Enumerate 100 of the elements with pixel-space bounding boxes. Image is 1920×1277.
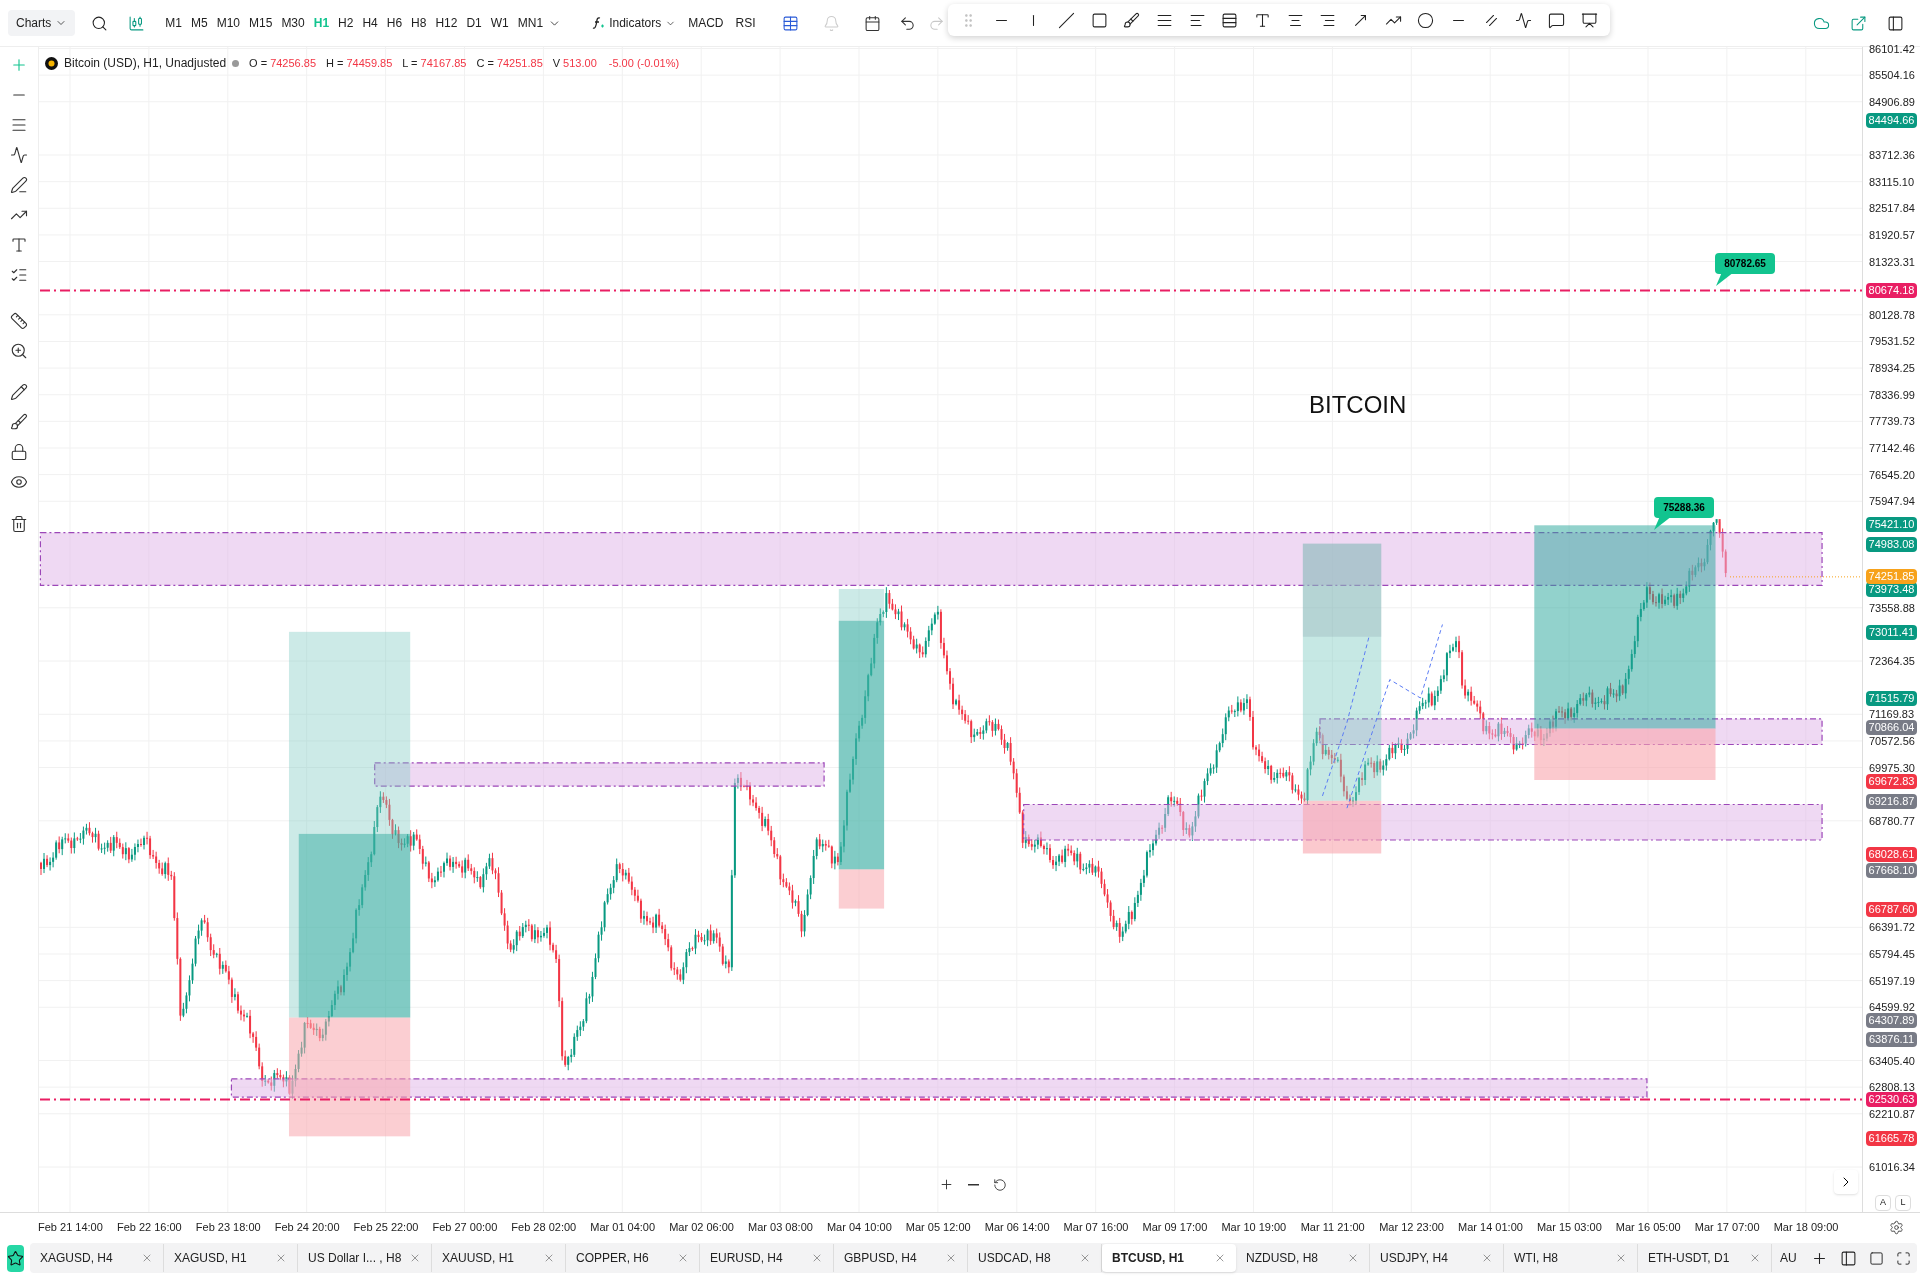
coin-icon <box>45 56 58 70</box>
time-tick: Feb 28 02:00 <box>510 1220 578 1236</box>
ruler-icon[interactable] <box>10 312 28 330</box>
price-badge: 69672.83 <box>1866 773 1917 789</box>
price-badge: 70866.04 <box>1866 720 1917 736</box>
pencil-icon[interactable] <box>10 383 28 401</box>
indicator-shortcut-button[interactable]: MACD <box>684 14 728 32</box>
chart-tab[interactable]: XAGUSD, H1 <box>164 1244 298 1272</box>
close-icon[interactable] <box>1615 1252 1627 1264</box>
external-link-icon[interactable] <box>1850 14 1867 32</box>
undo-button[interactable] <box>898 14 916 32</box>
close-icon[interactable] <box>409 1252 421 1264</box>
lock-icon[interactable] <box>10 443 28 461</box>
price-tick: 81323.31 <box>1869 254 1915 269</box>
price-tick: 81920.57 <box>1869 227 1915 242</box>
close-icon[interactable] <box>1481 1252 1493 1264</box>
text-icon[interactable] <box>1254 11 1272 29</box>
peaks-icon[interactable] <box>1515 11 1533 29</box>
pen-line-icon[interactable] <box>10 176 28 194</box>
timeframe-button[interactable]: W1 <box>486 10 513 36</box>
timeframe-button[interactable]: M30 <box>277 10 309 36</box>
layout-icon[interactable] <box>1839 1249 1857 1267</box>
time-tick: Mar 11 21:00 <box>1299 1220 1366 1236</box>
timeframe-button[interactable]: D1 <box>462 10 486 36</box>
timeframe-button[interactable]: H12 <box>431 10 462 36</box>
time-tick: Mar 10 19:00 <box>1220 1220 1288 1236</box>
fullscreen-icon[interactable] <box>1895 1250 1911 1266</box>
checklist-icon[interactable] <box>10 266 28 284</box>
settings-button[interactable] <box>1889 1220 1904 1235</box>
close-icon[interactable] <box>141 1252 153 1264</box>
close-icon[interactable] <box>811 1252 823 1264</box>
close-icon[interactable] <box>945 1252 957 1264</box>
levels-icon[interactable] <box>1221 11 1239 29</box>
chart-tab[interactable]: US Dollar I... , H8 <box>298 1244 432 1272</box>
timeframe-button[interactable]: M15 <box>245 10 277 36</box>
price-badge: 63876.11 <box>1866 1032 1917 1047</box>
scale-button[interactable]: A <box>1875 1195 1891 1211</box>
peaks-icon[interactable] <box>10 146 28 164</box>
price-tick: 62808.13 <box>1869 1080 1915 1095</box>
indicators-button[interactable]: Indicators <box>587 14 681 32</box>
price-tick: 71169.83 <box>1869 707 1915 722</box>
zoom-in-icon[interactable] <box>10 342 28 360</box>
timeframe-button[interactable]: M10 <box>212 10 245 36</box>
charts-menu-button[interactable]: Charts <box>8 10 76 36</box>
ohlc-value: 74167.85 <box>420 55 467 71</box>
scale-button[interactable]: L <box>1895 1195 1911 1211</box>
comment-icon[interactable] <box>1548 11 1566 29</box>
time-tick: Mar 18 09:00 <box>1772 1220 1840 1236</box>
window-icon[interactable] <box>1868 1250 1884 1266</box>
chart-tab[interactable]: BTCUSD, H1 <box>1102 1244 1236 1272</box>
close-icon[interactable] <box>275 1252 287 1264</box>
timeframe-button[interactable]: H4 <box>358 10 382 36</box>
change-value: -5.00 (-0.01%) <box>608 55 680 71</box>
timeframe-button[interactable]: M5 <box>187 10 212 36</box>
calendar-icon[interactable] <box>863 14 881 32</box>
chart-tab[interactable]: WTI, H8 <box>1504 1244 1638 1272</box>
price-badge: 80674.18 <box>1866 283 1917 298</box>
chart-tab[interactable]: ETH-USDT, D1 <box>1638 1244 1772 1272</box>
price-tick: 76545.20 <box>1869 467 1915 482</box>
close-icon[interactable] <box>1079 1252 1091 1264</box>
price-tick: 63405.40 <box>1869 1053 1915 1068</box>
close-icon[interactable] <box>543 1252 555 1264</box>
trash-icon[interactable] <box>10 515 28 533</box>
price-badge: 68028.61 <box>1866 846 1917 862</box>
trend-line-icon[interactable] <box>1058 11 1075 29</box>
chart-tab[interactable]: COPPER, H6 <box>566 1244 700 1272</box>
price-badge: 84494.66 <box>1866 112 1917 128</box>
chart-tab[interactable]: EURUSD, H4 <box>700 1244 834 1272</box>
chart-tab[interactable]: NZDUSD, H8 <box>1236 1244 1370 1272</box>
search-icon <box>91 14 109 32</box>
circle-icon[interactable] <box>1417 11 1435 29</box>
time-tick: Mar 09 17:00 <box>1141 1220 1209 1236</box>
price-tick: 65794.45 <box>1869 947 1915 961</box>
close-icon[interactable] <box>677 1252 689 1264</box>
close-icon[interactable] <box>1347 1252 1359 1264</box>
eye-icon[interactable] <box>10 473 28 491</box>
chart-tab[interactable]: AU <box>1772 1249 1805 1267</box>
timeframe-button[interactable]: M1 <box>161 10 186 36</box>
layout-icon[interactable] <box>781 14 799 32</box>
indicator-shortcut-button[interactable]: RSI <box>731 14 760 32</box>
chart-tab[interactable]: XAGUSD, H4 <box>30 1244 164 1272</box>
timeframe-button[interactable]: H2 <box>334 10 358 36</box>
reset-icon <box>993 1177 1007 1192</box>
panel-icon[interactable] <box>1887 14 1904 32</box>
chart-tab[interactable]: XAUUSD, H1 <box>432 1244 566 1272</box>
brush-icon[interactable] <box>1123 11 1141 29</box>
timeframe-button[interactable]: H6 <box>382 10 407 36</box>
brush-icon[interactable] <box>10 413 28 431</box>
price-tick: 75947.94 <box>1869 494 1915 509</box>
chart-tab[interactable]: GBPUSD, H4 <box>834 1244 968 1272</box>
timeframe-button[interactable]: H8 <box>407 10 431 36</box>
close-icon[interactable] <box>1214 1252 1226 1264</box>
price-tick: 84906.89 <box>1869 94 1915 109</box>
favorites-button[interactable] <box>7 1244 24 1272</box>
close-icon[interactable] <box>1749 1252 1761 1264</box>
time-tick: Mar 02 06:00 <box>668 1220 735 1236</box>
timeframe-button[interactable]: MN1 <box>513 10 548 36</box>
chart-tab[interactable]: USDJPY, H4 <box>1370 1244 1504 1272</box>
ohlc-value: 513.00 <box>563 55 597 71</box>
rectangle-icon[interactable] <box>1090 11 1108 29</box>
